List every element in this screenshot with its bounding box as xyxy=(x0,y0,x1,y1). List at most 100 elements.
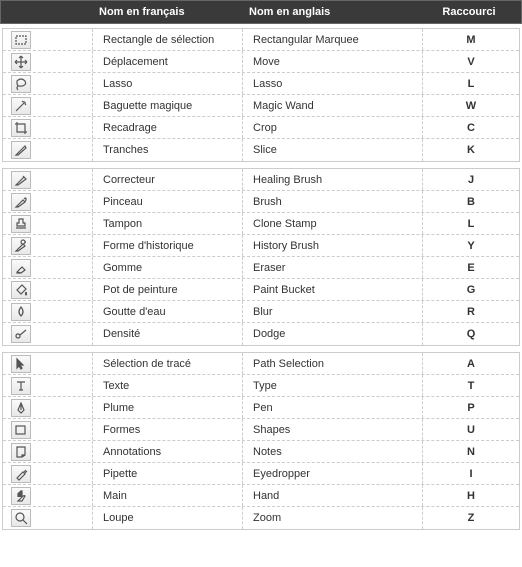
blur-icon xyxy=(11,303,31,321)
stamp-icon xyxy=(11,215,31,233)
eraser-icon xyxy=(11,259,31,277)
tool-name-fr: Recadrage xyxy=(93,117,243,138)
tool-icon-cell xyxy=(3,73,93,94)
tool-shortcut: E xyxy=(423,257,519,278)
tool-name-en: Hand xyxy=(243,485,423,506)
tool-icon-cell xyxy=(3,397,93,418)
table-row: LoupeZoomZ xyxy=(3,507,519,529)
table-row: Forme d'historiqueHistory BrushY xyxy=(3,235,519,257)
history-brush-icon xyxy=(11,237,31,255)
tool-shortcut: H xyxy=(423,485,519,506)
tool-shortcut: I xyxy=(423,463,519,484)
tool-icon-cell xyxy=(3,51,93,72)
tool-name-fr: Goutte d'eau xyxy=(93,301,243,322)
tool-icon-cell xyxy=(3,29,93,50)
tool-name-fr: Texte xyxy=(93,375,243,396)
tool-name-en: History Brush xyxy=(243,235,423,256)
tool-group: Sélection de tracéPath SelectionATexteTy… xyxy=(2,352,520,530)
tool-name-fr: Pipette xyxy=(93,463,243,484)
type-icon xyxy=(11,377,31,395)
tool-shortcut: W xyxy=(423,95,519,116)
tool-name-fr: Tampon xyxy=(93,213,243,234)
path-select-icon xyxy=(11,355,31,373)
table-row: FormesShapesU xyxy=(3,419,519,441)
tool-name-fr: Main xyxy=(93,485,243,506)
tool-icon-cell xyxy=(3,301,93,322)
tool-shortcut: A xyxy=(423,353,519,374)
tool-name-fr: Gomme xyxy=(93,257,243,278)
tool-icon-cell xyxy=(3,507,93,529)
table-row: TamponClone StampL xyxy=(3,213,519,235)
tool-name-en: Rectangular Marquee xyxy=(243,29,423,50)
table-row: TexteTypeT xyxy=(3,375,519,397)
slice-icon xyxy=(11,141,31,159)
table-row: LassoLassoL xyxy=(3,73,519,95)
dodge-icon xyxy=(11,325,31,343)
table-row: Goutte d'eauBlurR xyxy=(3,301,519,323)
tool-icon-cell xyxy=(3,463,93,484)
tool-shortcut: Q xyxy=(423,323,519,345)
tool-name-en: Blur xyxy=(243,301,423,322)
header-en: Nom en anglais xyxy=(243,6,423,18)
tool-icon-cell xyxy=(3,279,93,300)
tool-shortcut: N xyxy=(423,441,519,462)
tool-name-en: Slice xyxy=(243,139,423,161)
tool-name-fr: Déplacement xyxy=(93,51,243,72)
tool-shortcut: M xyxy=(423,29,519,50)
tool-shortcut: J xyxy=(423,169,519,190)
table-row: DéplacementMoveV xyxy=(3,51,519,73)
header-shortcut: Raccourci xyxy=(423,6,521,18)
tool-icon-cell xyxy=(3,117,93,138)
tool-icon-cell xyxy=(3,169,93,190)
tool-shortcut: T xyxy=(423,375,519,396)
tool-name-fr: Pot de peinture xyxy=(93,279,243,300)
table-row: TranchesSliceK xyxy=(3,139,519,161)
tool-name-en: Dodge xyxy=(243,323,423,345)
tool-name-en: Eyedropper xyxy=(243,463,423,484)
tool-icon-cell xyxy=(3,191,93,212)
table-row: MainHandH xyxy=(3,485,519,507)
tool-name-fr: Annotations xyxy=(93,441,243,462)
tool-name-fr: Loupe xyxy=(93,507,243,529)
tool-name-en: Paint Bucket xyxy=(243,279,423,300)
tool-shortcut: U xyxy=(423,419,519,440)
pen-icon xyxy=(11,399,31,417)
tool-name-en: Pen xyxy=(243,397,423,418)
tool-name-en: Lasso xyxy=(243,73,423,94)
zoom-icon xyxy=(11,509,31,527)
table-row: Pot de peinturePaint BucketG xyxy=(3,279,519,301)
table-row: Sélection de tracéPath SelectionA xyxy=(3,353,519,375)
table-row: AnnotationsNotesN xyxy=(3,441,519,463)
tool-name-fr: Tranches xyxy=(93,139,243,161)
table-row: GommeEraserE xyxy=(3,257,519,279)
tool-name-en: Notes xyxy=(243,441,423,462)
tool-name-en: Crop xyxy=(243,117,423,138)
table-row: PlumePenP xyxy=(3,397,519,419)
table-row: Baguette magiqueMagic WandW xyxy=(3,95,519,117)
tool-shortcut: G xyxy=(423,279,519,300)
header-fr: Nom en français xyxy=(93,6,243,18)
tool-name-fr: Densité xyxy=(93,323,243,345)
tool-icon-cell xyxy=(3,213,93,234)
tool-group: CorrecteurHealing BrushJPinceauBrushBTam… xyxy=(2,168,520,346)
tool-icon-cell xyxy=(3,441,93,462)
tool-name-en: Path Selection xyxy=(243,353,423,374)
tool-name-fr: Sélection de tracé xyxy=(93,353,243,374)
lasso-icon xyxy=(11,75,31,93)
healing-icon xyxy=(11,171,31,189)
tool-icon-cell xyxy=(3,375,93,396)
tool-name-en: Clone Stamp xyxy=(243,213,423,234)
table-row: CorrecteurHealing BrushJ xyxy=(3,169,519,191)
tool-icon-cell xyxy=(3,139,93,161)
tool-group: Rectangle de sélectionRectangular Marque… xyxy=(2,28,520,162)
tool-name-en: Shapes xyxy=(243,419,423,440)
tool-icon-cell xyxy=(3,353,93,374)
table-row: Rectangle de sélectionRectangular Marque… xyxy=(3,29,519,51)
tool-shortcut: L xyxy=(423,213,519,234)
tool-name-fr: Pinceau xyxy=(93,191,243,212)
tool-name-en: Brush xyxy=(243,191,423,212)
tool-name-en: Magic Wand xyxy=(243,95,423,116)
tool-name-fr: Formes xyxy=(93,419,243,440)
tool-icon-cell xyxy=(3,235,93,256)
tool-shortcut: L xyxy=(423,73,519,94)
